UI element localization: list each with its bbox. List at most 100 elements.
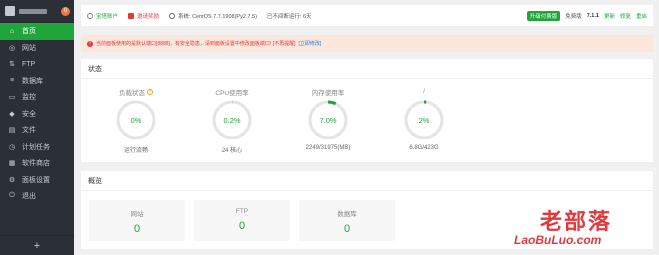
help-icon[interactable]: ?: [147, 88, 153, 95]
gauge-subtext: 24 核心: [221, 148, 243, 154]
sidebar-item-label: 监控: [22, 94, 36, 102]
repair-link[interactable]: 修复: [620, 12, 631, 20]
sidebar-item-5[interactable]: ◆ 安全: [0, 106, 74, 123]
alert-text: 当前面板使用的是默认端口[8888]，有安全隐患，请到面板设置中修改面板端口! …: [96, 41, 296, 47]
overview-card-1[interactable]: FTP 0: [194, 200, 290, 241]
overview-card-label: FTP: [235, 208, 249, 215]
account-link[interactable]: 宝塔账户: [87, 12, 118, 20]
gauge-ring: 0.2%: [212, 100, 252, 140]
gauge-title-text: 负载状态: [119, 89, 145, 97]
hostname-redacted: [19, 8, 47, 14]
gift-icon: [128, 12, 135, 19]
overview-title: 概览: [81, 171, 653, 191]
reward-link[interactable]: 邀请奖励: [128, 12, 159, 20]
watermark-cn: 老部落: [540, 210, 613, 235]
sidebar-item-label: 网站: [22, 44, 36, 52]
gauge-title: 负载状态?: [101, 87, 171, 97]
sidebar-item-label: 首页: [22, 28, 36, 36]
sidebar-item-1[interactable]: ◎ 网站: [0, 40, 74, 57]
overview-card-label: 网站: [130, 211, 144, 218]
sidebar-item-label: 软件商店: [22, 160, 50, 168]
sidebar-item-4[interactable]: ▭ 监控: [0, 89, 74, 106]
notification-badge[interactable]: 0: [61, 6, 70, 16]
gauge-title: 内存使用率: [293, 87, 363, 97]
gauge-title-text: /: [423, 88, 425, 95]
overview-card-value: 0: [133, 223, 141, 235]
sidebar-item-label: 文件: [22, 127, 36, 135]
database-icon: ≡: [9, 77, 15, 85]
user-icon: [87, 12, 93, 19]
sidebar-item-label: 安全: [22, 110, 36, 118]
shield-icon: ◆: [9, 110, 15, 118]
sidebar-item-label: 面板设置: [22, 176, 50, 184]
version-label: 7.1.1: [586, 12, 599, 19]
watermark-logo: 老部落 LaoBuLuo.com: [510, 204, 650, 250]
status-panel: 状态 负载状态? 0% 运行流畅 CPU使用率 0.2% 24 核心 内存使用率 7.0% 22…: [81, 59, 653, 162]
sidebar-item-label: FTP: [22, 60, 36, 68]
warning-icon: !: [87, 40, 93, 47]
update-link[interactable]: 更新: [604, 12, 615, 20]
gauge-cpu[interactable]: CPU使用率 0.2% 24 核心: [197, 87, 267, 154]
gauge-load[interactable]: 负载状态? 0% 运行流畅: [101, 87, 171, 154]
topbar-actions: 升级付费版 免费版 7.1.1 更新 修复 重启: [526, 10, 647, 21]
gauge-value: 0%: [131, 116, 142, 125]
gauge-ring: 0%: [116, 100, 156, 140]
gauge-title: /: [389, 87, 459, 96]
gauge-title-text: 内存使用率: [311, 89, 345, 97]
sidebar-item-label: 数据库: [22, 77, 43, 85]
sidebar-item-label: 退出: [22, 193, 36, 201]
system-icon: [169, 12, 176, 19]
account-label: 宝塔账户: [96, 13, 119, 20]
gauge-subtext: 6.8G/423G: [409, 145, 439, 151]
gauge-disk[interactable]: / 2% 6.8G/423G: [389, 87, 459, 151]
sidebar-brand: 0: [0, 0, 74, 23]
add-shortcut-button[interactable]: +: [0, 235, 74, 255]
gauge-memory[interactable]: 内存使用率 7.0% 2249/31975(MB): [293, 87, 363, 152]
overview-card-value: 0: [343, 223, 351, 235]
ftp-icon: ⇅: [9, 61, 15, 69]
store-icon: ▦: [8, 160, 16, 168]
security-alert: ! 当前面板使用的是默认端口[8888]，有安全隐患，请到面板设置中修改面板端口…: [81, 35, 653, 52]
gear-icon: ⚙: [8, 176, 16, 184]
reward-label: 邀请奖励: [137, 13, 160, 20]
sidebar-item-8[interactable]: ▦ 软件商店: [0, 155, 74, 172]
sidebar-item-3[interactable]: ≡ 数据库: [0, 73, 74, 90]
alert-fix-link[interactable]: [立即修改]: [298, 40, 321, 47]
home-icon: ⌂: [9, 27, 15, 35]
watermark-en: LaoBuLuo.com: [514, 233, 602, 247]
sidebar-item-10[interactable]: ⏻ 退出: [0, 188, 74, 205]
overview-card-0[interactable]: 网站 0: [89, 200, 185, 241]
upgrade-pro-button[interactable]: 升级付费版: [526, 10, 561, 21]
sidebar-item-2[interactable]: ⇅ FTP: [0, 56, 74, 73]
system-info: 系统: CentOS 7.7.1908(Py2.7.5): [169, 12, 257, 20]
sidebar-menu: ⌂ 首页 ◎ 网站 ⇅ FTP ≡ 数据库 ▭ 监控 ◆ 安全 ▤ 文件 ◷ 计划任务 ▦ 软件商店 ⚙ 面板设置 ⏻ 退…: [0, 23, 74, 205]
gauge-title-text: CPU使用率: [215, 89, 249, 97]
sidebar-item-label: 计划任务: [22, 143, 50, 151]
gauge-ring: 2%: [404, 100, 444, 140]
status-title: 状态: [81, 59, 653, 79]
top-bar: 宝塔账户 邀请奖励 系统: CentOS 7.7.1908(Py2.7.5) 已…: [81, 5, 653, 26]
gauge-value: 2%: [419, 116, 430, 125]
gauge-title: CPU使用率: [197, 87, 267, 97]
sidebar-item-7[interactable]: ◷ 计划任务: [0, 139, 74, 156]
server-logo-icon: [5, 6, 15, 16]
gauge-value: 7.0%: [319, 116, 336, 125]
uptime-info: 已不间断运行: 6天: [267, 12, 312, 20]
system-label: 系统: CentOS 7.7.1908(Py2.7.5): [178, 13, 257, 20]
gauge-subtext: 2249/31975(MB): [305, 145, 351, 151]
overview-card-value: 0: [238, 220, 246, 232]
overview-card-label: 数据库: [337, 211, 357, 218]
monitor-icon: ▭: [8, 94, 16, 102]
gauge-value: 0.2%: [223, 116, 240, 125]
sidebar: 0 ⌂ 首页 ◎ 网站 ⇅ FTP ≡ 数据库 ▭ 监控 ◆ 安全 ▤ 文件 ◷ 计划任务 ▦ 软件商店 ⚙ 面板设置…: [0, 0, 74, 255]
sidebar-item-0[interactable]: ⌂ 首页: [0, 23, 74, 40]
logout-icon: ⏻: [9, 192, 15, 200]
restart-link[interactable]: 重启: [636, 12, 647, 20]
uptime-label: 已不间断运行: 6天: [266, 13, 312, 20]
gauge-subtext: 运行流畅: [123, 148, 148, 154]
gauge-ring: 7.0%: [308, 100, 348, 140]
sidebar-item-6[interactable]: ▤ 文件: [0, 122, 74, 139]
overview-card-2[interactable]: 数据库 0: [299, 200, 395, 241]
clock-icon: ◷: [8, 143, 16, 151]
sidebar-item-9[interactable]: ⚙ 面板设置: [0, 172, 74, 189]
